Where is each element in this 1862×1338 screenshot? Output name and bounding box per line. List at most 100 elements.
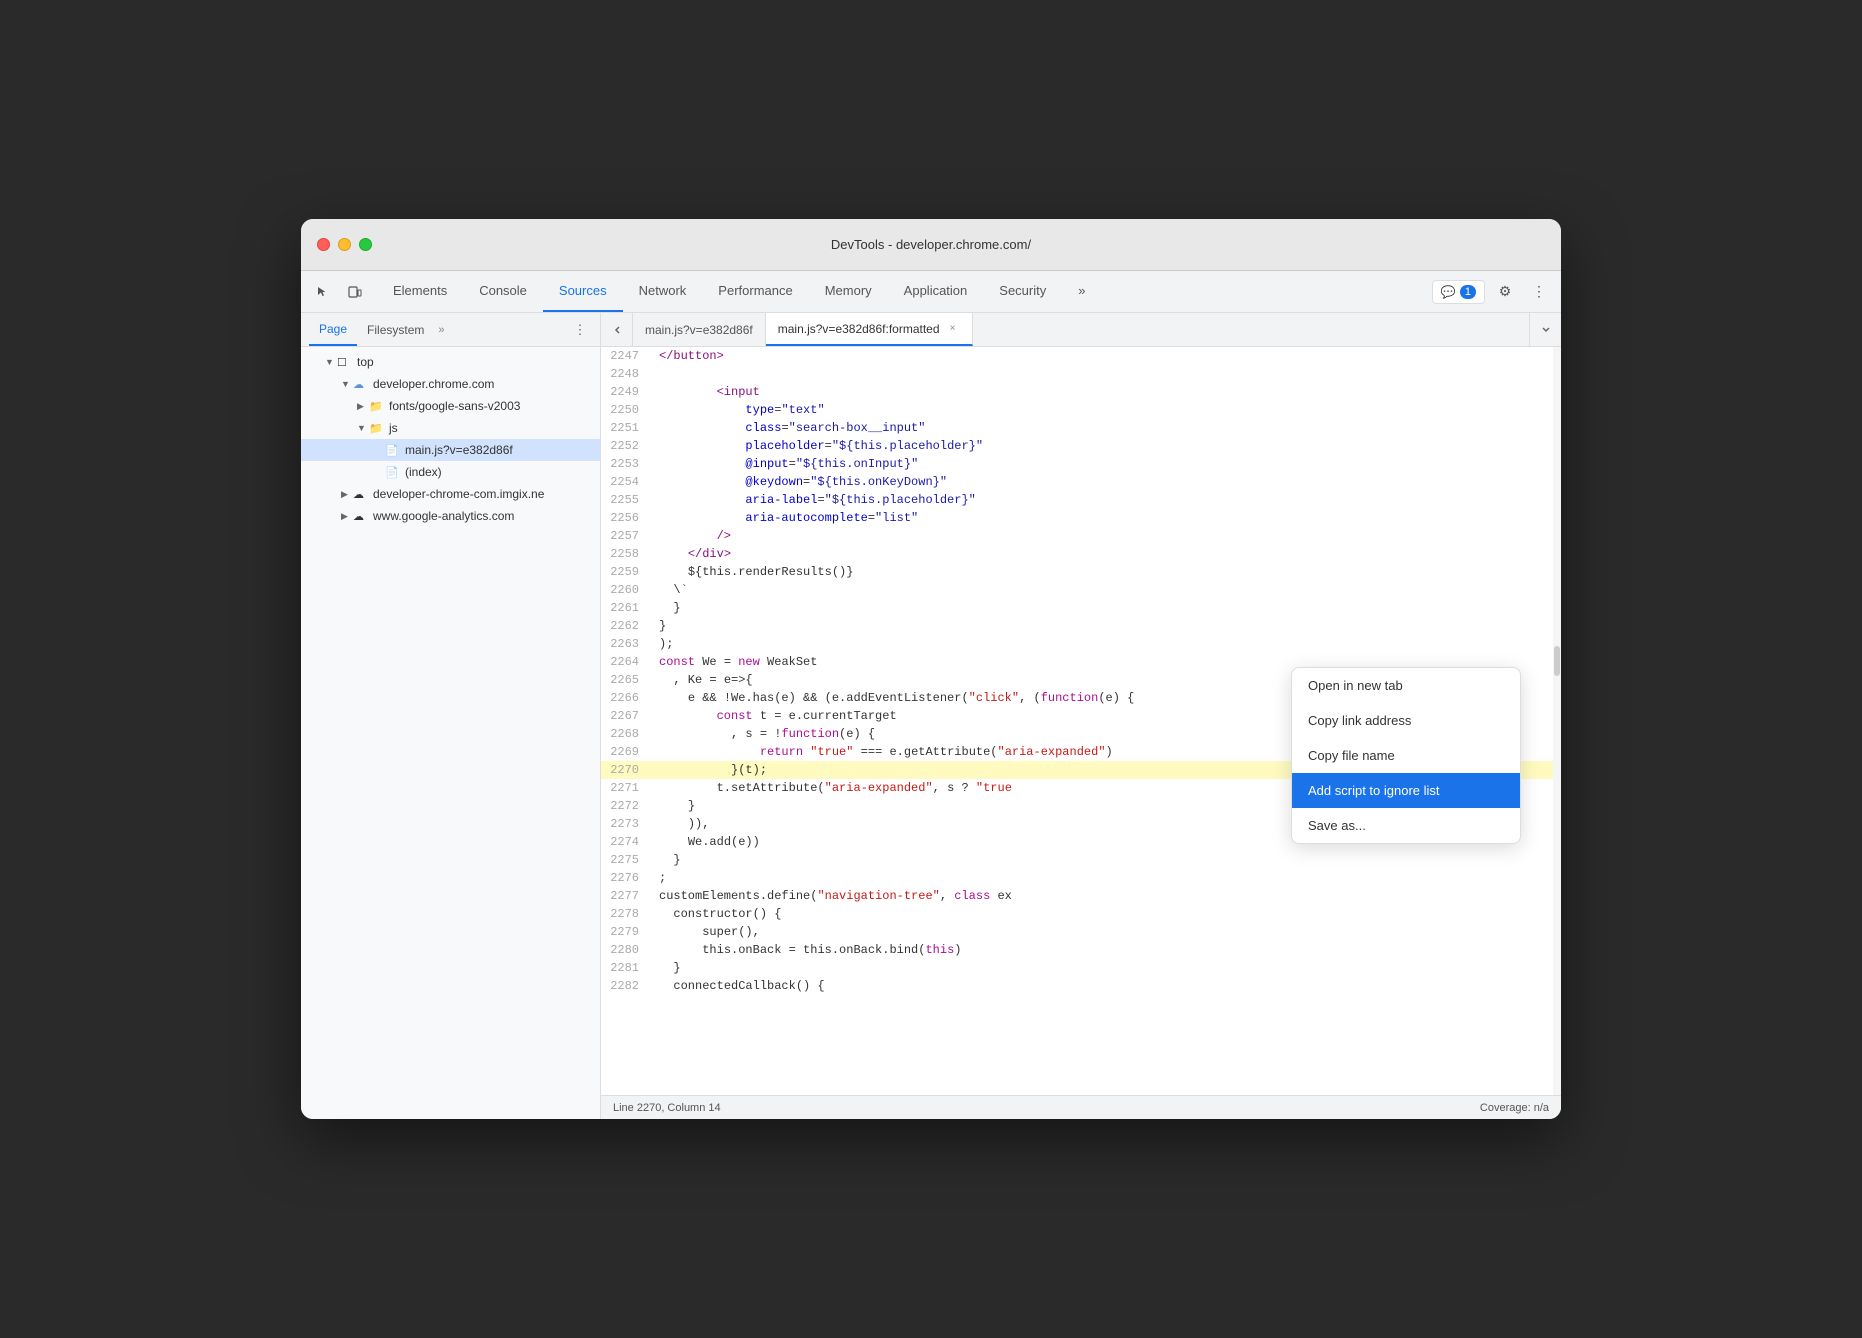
sidebar-tab-more[interactable]: » [438, 324, 444, 336]
editor-tab-formatted[interactable]: main.js?v=e382d86f:formatted × [766, 313, 973, 346]
tree-item-imgix[interactable]: ▶ ☁ developer-chrome-com.imgix.ne [301, 483, 600, 505]
code-line-2278: 2278 constructor() { [601, 905, 1561, 923]
sidebar-more-btn[interactable]: ⋮ [568, 318, 592, 342]
code-line-2260: 2260 \` [601, 581, 1561, 599]
tree-label-ga: www.google-analytics.com [373, 509, 514, 523]
message-icon: 💬 [1441, 285, 1456, 299]
toggle-ga[interactable]: ▶ [341, 511, 353, 522]
more-options-icon-btn[interactable]: ⋮ [1525, 278, 1553, 306]
code-line-2247: 2247 </button> [601, 347, 1561, 365]
code-line-2279: 2279 super(), [601, 923, 1561, 941]
tab-elements[interactable]: Elements [377, 271, 463, 312]
code-line-2259: 2259 ${this.renderResults()} [601, 563, 1561, 581]
code-line-2282: 2282 connectedCallback() { [601, 977, 1561, 995]
editor-collapse-btn[interactable] [1529, 313, 1561, 346]
tree-label-fonts: fonts/google-sans-v2003 [389, 399, 520, 413]
context-menu-add-ignore[interactable]: Add script to ignore list [1292, 773, 1520, 808]
maximize-button[interactable] [359, 238, 372, 251]
context-menu: Open in new tab Copy link address Copy f… [1291, 667, 1521, 844]
tab-more[interactable]: » [1062, 271, 1101, 312]
device-icon-btn[interactable] [341, 278, 369, 306]
back-chevron-icon [612, 325, 622, 335]
origin-icon-ga: ☁ [353, 510, 369, 523]
code-line-2255: 2255 aria-label="${this.placeholder}" [601, 491, 1561, 509]
folder-icon-js: 📁 [369, 422, 385, 435]
code-line-2257: 2257 /> [601, 527, 1561, 545]
window-title: DevTools - developer.chrome.com/ [831, 237, 1031, 252]
toggle-chrome[interactable]: ▼ [341, 379, 353, 389]
settings-icon-btn[interactable]: ⚙ [1491, 278, 1519, 306]
collapse-icon [1541, 325, 1551, 335]
cursor-icon [316, 285, 330, 299]
code-line-2254: 2254 @keydown="${this.onKeyDown}" [601, 473, 1561, 491]
editor-tab-mainjs[interactable]: main.js?v=e382d86f [633, 313, 766, 346]
sidebar-tab-filesystem[interactable]: Filesystem [357, 313, 434, 346]
code-line-2251: 2251 class="search-box__input" [601, 419, 1561, 437]
context-menu-save-as[interactable]: Save as... [1292, 808, 1520, 843]
tree-item-ga[interactable]: ▶ ☁ www.google-analytics.com [301, 505, 600, 527]
code-line-2277: 2277 customElements.define("navigation-t… [601, 887, 1561, 905]
toolbar-icons [309, 278, 369, 306]
editor-tab-close-btn[interactable]: × [946, 322, 960, 336]
tree-label-chrome: developer.chrome.com [373, 377, 494, 391]
toggle-imgix[interactable]: ▶ [341, 489, 353, 500]
code-line-2261: 2261 } [601, 599, 1561, 617]
code-line-2248: 2248 [601, 365, 1561, 383]
file-icon-index: 📄 [385, 466, 401, 479]
tree-item-js[interactable]: ▼ 📁 js [301, 417, 600, 439]
code-line-2276: 2276 ; [601, 869, 1561, 887]
devtools-toolbar: Elements Console Sources Network Perform… [301, 271, 1561, 313]
tree-item-top[interactable]: ▼ ☐ top [301, 351, 600, 373]
badge-count: 1 [1460, 285, 1476, 299]
tab-security[interactable]: Security [983, 271, 1062, 312]
sidebar: Page Filesystem » ⋮ ▼ ☐ top [301, 313, 601, 1119]
context-menu-copy-link[interactable]: Copy link address [1292, 703, 1520, 738]
main-content: Page Filesystem » ⋮ ▼ ☐ top [301, 313, 1561, 1119]
tree-label-index: (index) [405, 465, 442, 479]
tab-network[interactable]: Network [623, 271, 703, 312]
code-line-2275: 2275 } [601, 851, 1561, 869]
frame-icon: ☐ [337, 356, 353, 369]
minimize-button[interactable] [338, 238, 351, 251]
tab-application[interactable]: Application [888, 271, 984, 312]
tree-item-fonts[interactable]: ▶ 📁 fonts/google-sans-v2003 [301, 395, 600, 417]
code-line-2280: 2280 this.onBack = this.onBack.bind(this… [601, 941, 1561, 959]
toggle-js[interactable]: ▼ [357, 423, 369, 433]
close-button[interactable] [317, 238, 330, 251]
status-bar: Line 2270, Column 14 Coverage: n/a [601, 1095, 1561, 1119]
scrollbar-track [1553, 347, 1561, 1095]
file-icon-mainjs: 📄 [385, 444, 401, 457]
tab-sources[interactable]: Sources [543, 271, 623, 312]
origin-icon-chrome: ☁ [353, 378, 369, 391]
cursor-icon-btn[interactable] [309, 278, 337, 306]
code-line-2253: 2253 @input="${this.onInput}" [601, 455, 1561, 473]
tree-item-chrome[interactable]: ▼ ☁ developer.chrome.com [301, 373, 600, 395]
code-line-2256: 2256 aria-autocomplete="list" [601, 509, 1561, 527]
tab-memory[interactable]: Memory [809, 271, 888, 312]
traffic-lights [317, 238, 372, 251]
code-line-2281: 2281 } [601, 959, 1561, 977]
toggle-fonts[interactable]: ▶ [357, 401, 369, 412]
code-line-2250: 2250 type="text" [601, 401, 1561, 419]
tree-label-imgix: developer-chrome-com.imgix.ne [373, 487, 544, 501]
context-menu-open-tab[interactable]: Open in new tab [1292, 668, 1520, 703]
tab-performance[interactable]: Performance [702, 271, 808, 312]
scrollbar-thumb[interactable] [1554, 646, 1560, 676]
code-editor[interactable]: 2247 </button> 2248 2249 <input 2250 [601, 347, 1561, 1095]
tree-label-top: top [357, 355, 374, 369]
notifications-badge[interactable]: 💬 1 [1432, 280, 1485, 304]
editor-back-btn[interactable] [601, 313, 633, 346]
cursor-position: Line 2270, Column 14 [613, 1102, 721, 1114]
context-menu-copy-filename[interactable]: Copy file name [1292, 738, 1520, 773]
toggle-top[interactable]: ▼ [325, 357, 337, 367]
sidebar-actions: ⋮ [568, 318, 592, 342]
editor-tab-label-mainjs: main.js?v=e382d86f [645, 323, 753, 337]
tab-console[interactable]: Console [463, 271, 543, 312]
editor-tabs: main.js?v=e382d86f main.js?v=e382d86f:fo… [601, 313, 1561, 347]
sidebar-tab-page[interactable]: Page [309, 313, 357, 346]
tree-item-mainjs[interactable]: 📄 main.js?v=e382d86f [301, 439, 600, 461]
editor-area: main.js?v=e382d86f main.js?v=e382d86f:fo… [601, 313, 1561, 1119]
code-line-2258: 2258 </div> [601, 545, 1561, 563]
devtools-window: DevTools - developer.chrome.com/ Element… [301, 219, 1561, 1119]
tree-item-index[interactable]: 📄 (index) [301, 461, 600, 483]
